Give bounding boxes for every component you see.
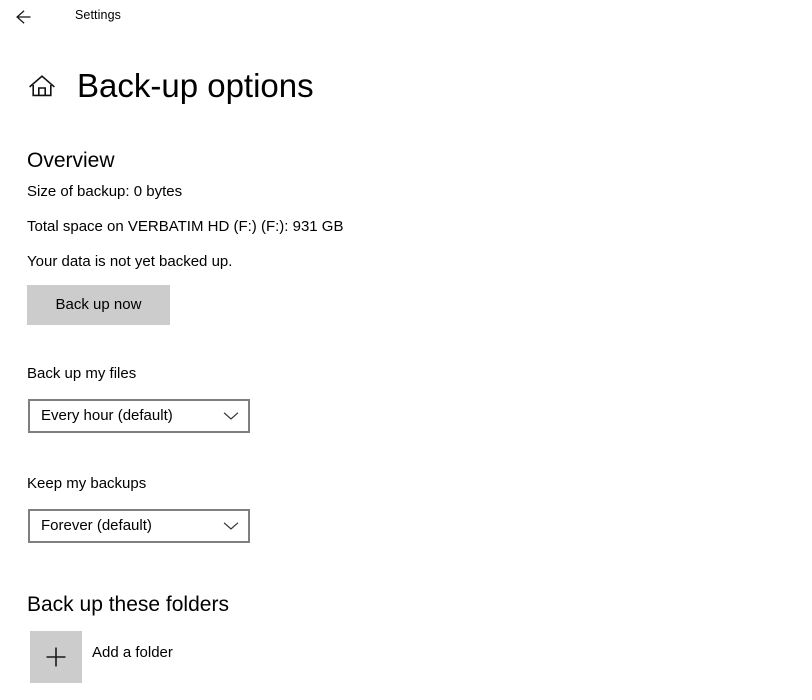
plus-icon	[43, 644, 69, 670]
home-icon	[28, 73, 56, 99]
backup-frequency-label: Back up my files	[27, 365, 137, 382]
add-folder-row[interactable]: Add a folder	[0, 631, 812, 685]
page-header: Back-up options	[0, 60, 812, 112]
app-title: Settings	[75, 8, 121, 22]
backup-retention-label: Keep my backups	[27, 475, 147, 492]
total-space-text: Total space on VERBATIM HD (F:) (F:): 93…	[27, 218, 344, 235]
backup-retention-value: Forever (default)	[41, 517, 152, 534]
back-button[interactable]	[8, 2, 44, 32]
overview-heading: Overview	[27, 149, 115, 172]
page-title: Back-up options	[77, 67, 314, 104]
home-button[interactable]	[25, 71, 59, 101]
size-of-backup-text: Size of backup: 0 bytes	[27, 183, 183, 200]
backup-status-text: Your data is not yet backed up.	[27, 253, 233, 270]
chevron-down-icon	[214, 521, 248, 531]
backup-retention-dropdown[interactable]: Forever (default)	[28, 509, 250, 543]
backup-frequency-dropdown[interactable]: Every hour (default)	[28, 399, 250, 433]
back-up-now-button[interactable]: Back up now	[27, 285, 170, 325]
add-folder-button[interactable]	[30, 631, 82, 683]
add-folder-label: Add a folder	[92, 644, 173, 661]
backup-frequency-value: Every hour (default)	[41, 407, 173, 424]
window-titlebar: Settings	[0, 0, 812, 36]
folders-heading: Back up these folders	[27, 593, 229, 616]
back-arrow-icon	[15, 9, 37, 25]
chevron-down-icon	[214, 411, 248, 421]
